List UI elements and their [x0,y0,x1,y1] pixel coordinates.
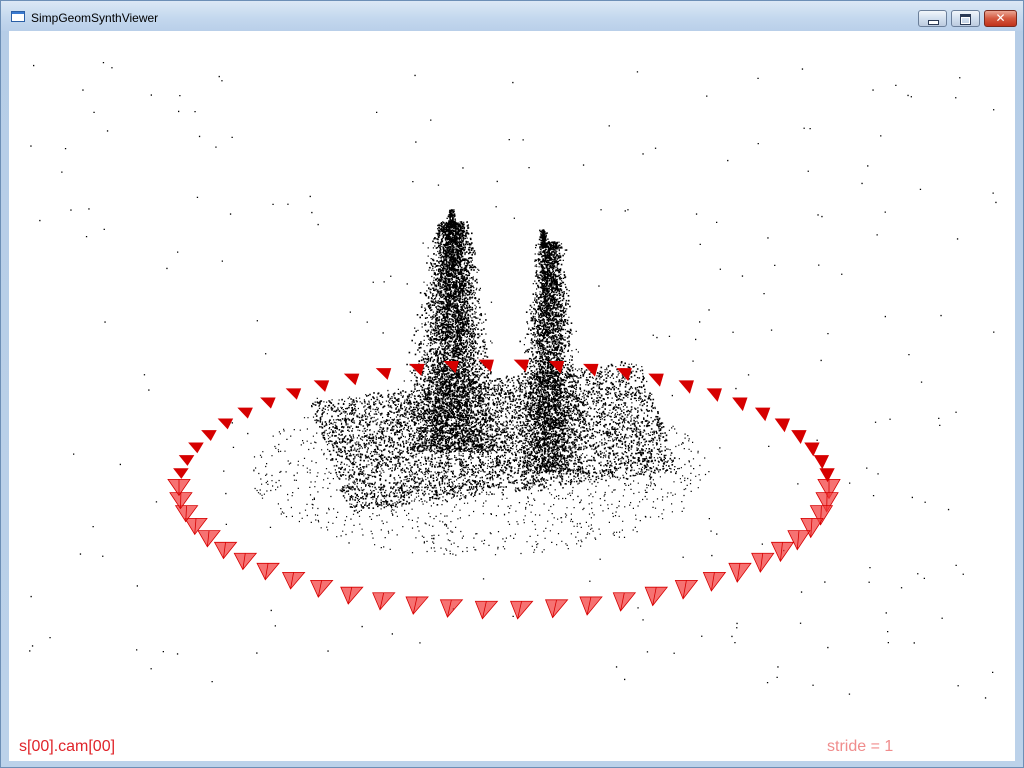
window-title: SimpGeomSynthViewer [31,11,159,25]
camera-frustum [513,359,530,373]
camera-frustum-face [178,455,195,466]
camera-frustum [178,455,195,466]
camera-frustum [474,600,499,620]
camera-frustum [674,579,699,600]
camera-frustum-face [474,600,499,620]
camera-frustum [343,373,360,386]
camera-frustum [340,586,364,605]
camera-frustum [612,592,637,612]
camera-frustum-face [340,586,364,605]
camera-frustum-face [309,579,334,598]
camera-frustum-face [285,388,302,400]
close-button[interactable]: ✕ [984,10,1017,27]
camera-frustum [375,368,392,380]
camera-frustum [706,388,722,402]
3d-scene-viewport[interactable] [9,31,1015,761]
camera-frustum [281,571,306,590]
camera-frustum [213,541,238,560]
camera-frustum-face [544,599,569,619]
camera-frustum [405,596,429,615]
camera-frustum-face [804,442,820,457]
camera-frustum [702,571,727,592]
camera-frustum [754,407,771,422]
camera-frustum-face [732,397,748,412]
camera-frustum [439,599,464,618]
camera-frustum-face [678,380,694,394]
maximize-button[interactable] [951,10,980,27]
camera-frustum [256,562,280,581]
camera-frustum-face [813,455,830,470]
camera-frustum [774,418,791,433]
camera-frustum [285,388,302,400]
camera-frustum [233,552,258,571]
camera-frustum-face [644,586,669,607]
camera-frustum [510,600,534,620]
camera-frustum-face [173,468,189,479]
window-app-icon[interactable] [11,11,25,22]
camera-frustum [813,455,830,470]
camera-frustum-face [201,430,217,442]
camera-frustum-face [674,579,699,600]
camera-frustum-face [648,373,664,387]
camera-frustum-face [256,562,280,581]
camera-frustum-face [791,430,807,445]
camera-frustum [313,380,330,392]
camera-frustum [237,407,253,419]
camera-frustum [732,397,748,412]
camera-frustum-face [754,407,771,422]
camera-frustum [648,373,664,387]
camera-frustum [644,586,669,607]
camera-frustum [201,430,217,442]
camera-frustum-face [439,599,464,618]
camera-frustum [787,530,811,551]
camera-frustum [188,442,204,454]
maximize-icon [960,14,971,25]
camera-frustum-face [343,373,360,386]
minimize-button[interactable] [918,10,947,27]
camera-frustum-face [706,388,722,402]
camera-frustum-face [510,600,534,620]
camera-frustum [372,592,396,611]
camera-frustum-face [405,596,429,615]
camera-frustum [791,430,807,445]
stride-label: stride = 1 [827,738,894,755]
camera-index-label: s[00].cam[00] [19,738,116,755]
camera-frustum-face [579,596,603,616]
camera-frustum [579,596,603,616]
close-icon: ✕ [995,11,1006,25]
title-bar[interactable]: SimpGeomSynthViewer ✕ [1,1,1023,31]
camera-frustum-face [217,418,234,430]
camera-frustum-face [260,397,276,409]
camera-frustum-face [728,562,752,583]
camera-frustum [751,552,775,573]
camera-frustum-face [513,359,530,373]
camera-frustum [804,442,820,457]
camera-frustum-face [702,571,727,592]
camera-frustum-face [237,407,253,419]
viewer-canvas[interactable]: s[00].cam[00] stride = 1 [9,31,1015,761]
camera-frustum [309,579,334,598]
camera-frustum [728,562,752,583]
camera-frustum-face [188,442,204,454]
camera-frustum-face [281,571,306,590]
camera-frustum [770,541,795,563]
camera-frustum-face [375,368,392,380]
camera-frustum-face [372,592,396,611]
minimize-icon [928,20,939,25]
camera-frustum-face [612,592,637,612]
camera-frustum [217,418,234,430]
camera-frustum-face [774,418,791,433]
camera-frustum [544,599,569,619]
camera-frustum [678,380,694,394]
camera-frustum [173,468,189,479]
app-window: SimpGeomSynthViewer ✕ s[00].cam[00] stri… [0,0,1024,768]
camera-frustum-face [313,380,330,392]
camera-frustum [260,397,276,409]
